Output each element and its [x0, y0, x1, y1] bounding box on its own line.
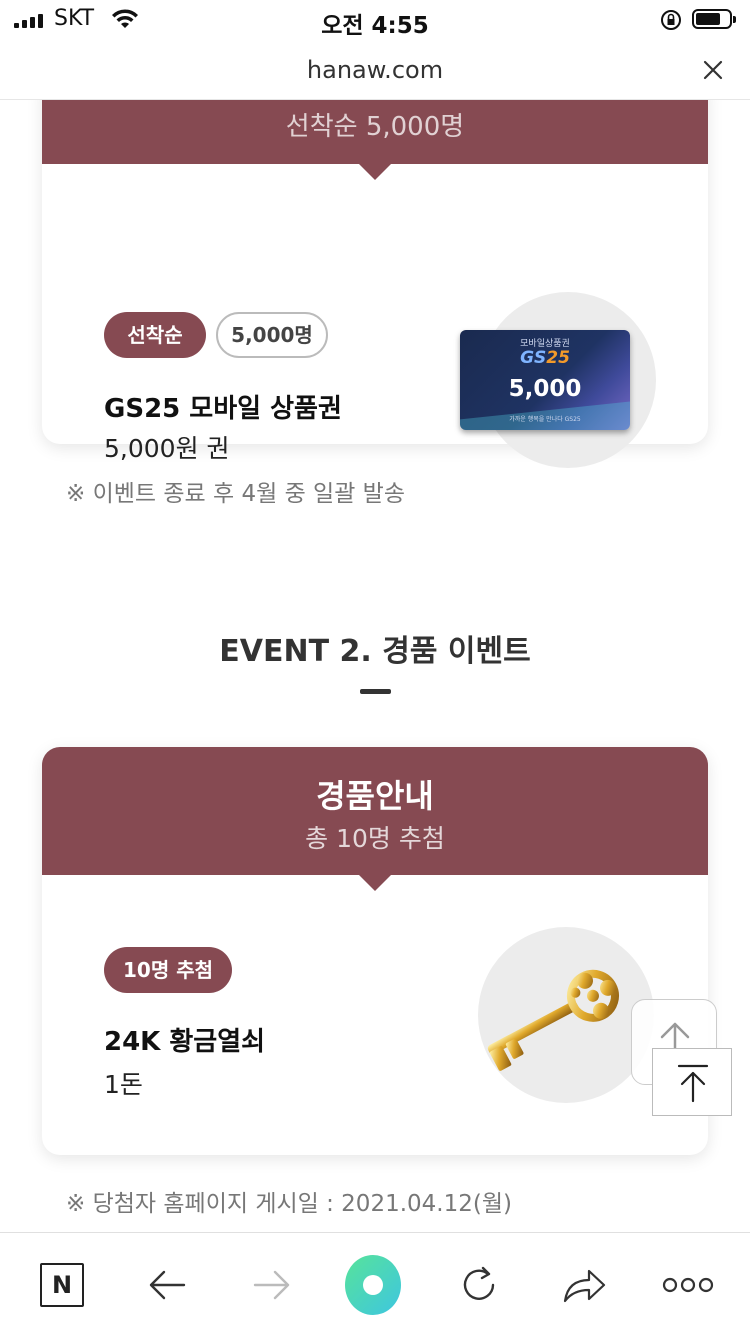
- address-bar[interactable]: hanaw.com: [0, 40, 750, 100]
- event2-title: EVENT 2. 경품 이벤트: [219, 634, 531, 669]
- gift-card-logo: GS25: [520, 348, 570, 368]
- card-header: 선착순 5,000명: [42, 100, 708, 180]
- rotation-lock-icon: [661, 10, 681, 30]
- prize-description: 1돈: [104, 1070, 143, 1099]
- prize-name: GS25 모바일 상품권: [104, 394, 342, 424]
- more-button[interactable]: [660, 1257, 716, 1313]
- prize-card-gold-key: 경품안내 총 10명 추첨 10명 추첨 24K 황금열쇠 1돈: [42, 747, 708, 1155]
- shipping-note: ※ 이벤트 종료 후 4월 중 일괄 발송: [66, 481, 406, 507]
- back-icon: [149, 1270, 186, 1300]
- prize-name: 24K 황금열쇠: [104, 1027, 266, 1057]
- home-icon: [345, 1255, 401, 1315]
- home-button[interactable]: [345, 1255, 401, 1315]
- gift-card-amount: 5,000: [508, 376, 582, 402]
- close-icon[interactable]: [698, 55, 728, 85]
- more-icon: [662, 1277, 714, 1293]
- gift-card-image: 모바일상품권 GS25 5,000 가까운 행복을 만나다 GS25: [460, 330, 630, 430]
- browser-toolbar: N: [0, 1232, 750, 1334]
- reload-button[interactable]: [451, 1257, 507, 1313]
- naver-icon: N: [40, 1263, 84, 1307]
- card-header-title: 경품안내: [316, 777, 434, 815]
- draw-badge: 10명 추첨: [104, 947, 232, 993]
- share-button[interactable]: [556, 1257, 612, 1313]
- status-bar: SKT 오전 4:55: [0, 0, 750, 40]
- prize-card-gift-voucher: 선착순 5,000명 선착순 5,000명 GS25 모바일 상품권 5,000…: [42, 100, 708, 468]
- card-header: 경품안내 총 10명 추첨: [42, 747, 708, 891]
- back-button[interactable]: [139, 1257, 195, 1313]
- naver-button[interactable]: N: [34, 1257, 90, 1313]
- key-icon: [487, 969, 619, 1071]
- announcement-note: ※ 당첨자 홈페이지 게시일 : 2021.04.12(월): [66, 1191, 512, 1217]
- card-header-subtitle: 총 10명 추첨: [305, 824, 445, 853]
- forward-button[interactable]: [244, 1257, 300, 1313]
- gift-card-footer: 가까운 행복을 만나다 GS25: [509, 416, 581, 423]
- battery-icon: [692, 9, 736, 29]
- scroll-top-icon: [677, 1064, 709, 1103]
- card-header-text: 선착순 5,000명: [285, 112, 465, 142]
- url-text[interactable]: hanaw.com: [0, 56, 750, 84]
- reload-icon: [463, 1266, 495, 1300]
- status-time: 오전 4:55: [321, 13, 429, 39]
- forward-icon: [253, 1270, 290, 1300]
- share-icon: [563, 1269, 606, 1303]
- first-come-badge: 선착순: [104, 312, 206, 358]
- scroll-top-button-2[interactable]: [652, 1048, 732, 1116]
- quantity-badge: 5,000명: [216, 312, 328, 358]
- title-divider: [360, 689, 391, 694]
- prize-description: 5,000원 권: [104, 434, 230, 463]
